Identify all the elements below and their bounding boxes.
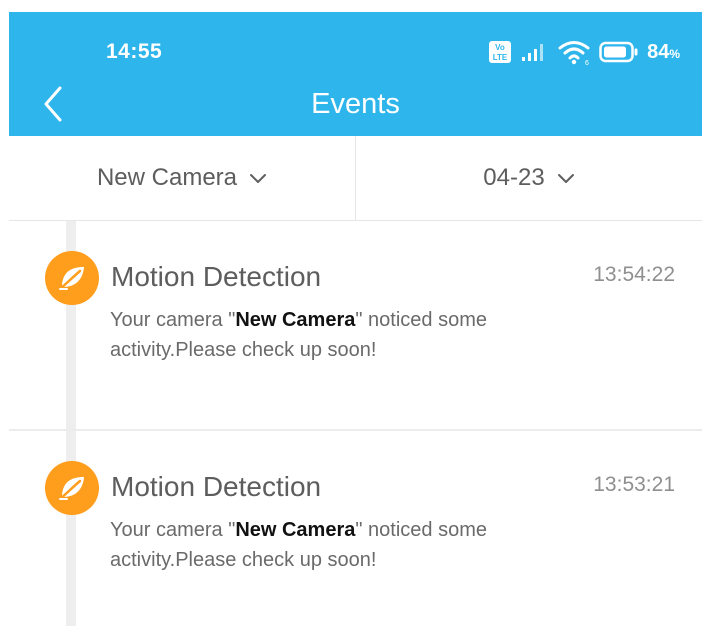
date-filter-dropdown[interactable]: 04-23 — [355, 136, 702, 220]
event-description-prefix: Your camera " — [110, 519, 236, 541]
event-description: Your camera "New Camera" noticed some ac… — [110, 305, 540, 365]
svg-text:LTE: LTE — [493, 53, 508, 62]
battery-icon — [599, 41, 639, 63]
event-time: 13:53:21 — [593, 473, 675, 496]
event-item[interactable]: Motion Detection 13:54:22 Your camera "N… — [9, 221, 702, 431]
event-camera-name: New Camera — [235, 519, 356, 541]
battery-percent-suffix: % — [669, 46, 680, 61]
wifi-icon: 6 — [557, 38, 591, 66]
event-time: 13:54:22 — [593, 263, 675, 286]
leaf-icon — [45, 251, 99, 305]
svg-text:6: 6 — [585, 60, 589, 66]
battery-percent-value: 84 — [647, 40, 670, 63]
events-app: 14:55 Vo LTE 6 84% Events New Camera 04-… — [9, 12, 702, 626]
event-title: Motion Detection — [111, 471, 322, 502]
battery-percent: 84% — [647, 41, 680, 64]
volte-icon: Vo LTE — [488, 40, 512, 64]
status-time: 14:55 — [106, 40, 163, 63]
date-filter-label: 04-23 — [483, 164, 545, 191]
svg-text:Vo: Vo — [495, 43, 505, 52]
screen: 14:55 Vo LTE 6 84% Events New Camera 04-… — [0, 0, 702, 626]
event-item[interactable]: Motion Detection 13:53:21 Your camera "N… — [9, 431, 702, 626]
event-filters: New Camera 04-23 — [9, 136, 702, 221]
event-description: Your camera "New Camera" noticed some ac… — [110, 515, 540, 575]
signal-icon — [520, 40, 549, 64]
app-header: 14:55 Vo LTE 6 84% Events — [9, 12, 702, 136]
page-title: Events — [311, 88, 400, 120]
status-icons: Vo LTE 6 84% — [488, 38, 680, 66]
chevron-down-icon — [250, 174, 267, 183]
leaf-icon — [45, 461, 99, 515]
event-description-prefix: Your camera " — [110, 309, 236, 331]
chevron-down-icon — [557, 174, 574, 183]
event-camera-name: New Camera — [235, 309, 356, 331]
event-list: Motion Detection 13:54:22 Your camera "N… — [9, 221, 702, 626]
camera-filter-label: New Camera — [96, 164, 238, 191]
event-title: Motion Detection — [111, 261, 322, 292]
camera-filter-dropdown[interactable]: New Camera — [9, 136, 355, 220]
